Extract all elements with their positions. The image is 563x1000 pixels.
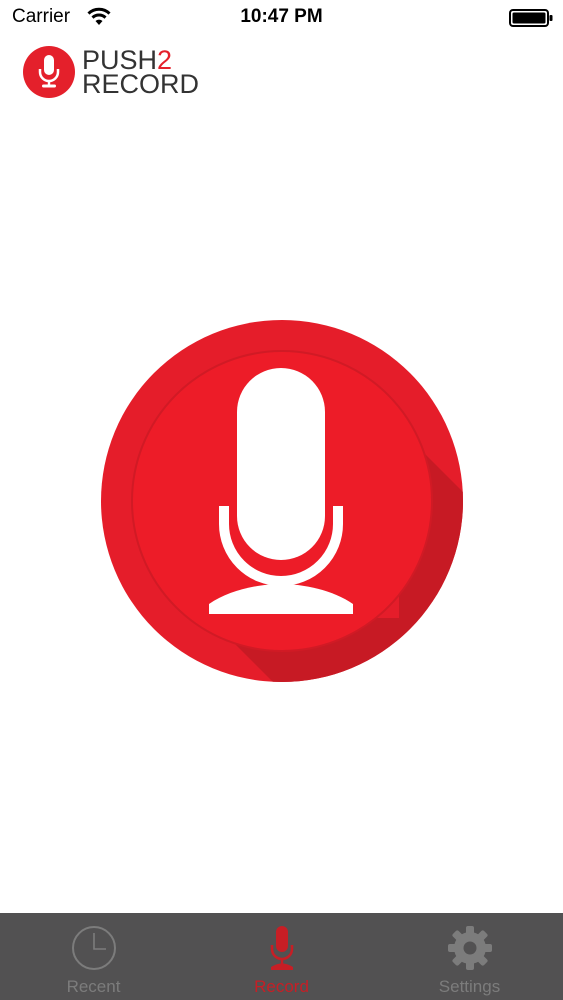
clock-icon: [71, 926, 116, 970]
tab-recent[interactable]: Recent: [0, 913, 187, 1000]
logo-microphone-icon: [23, 46, 75, 98]
tab-record[interactable]: Record: [188, 913, 375, 1000]
app-logo: PUSH2 RECORD: [22, 45, 199, 100]
battery-icon: [509, 9, 553, 27]
tab-recent-label: Recent: [66, 977, 121, 996]
tab-bar: Recent Record Settings: [0, 913, 563, 1000]
gear-icon: [447, 926, 492, 970]
status-bar: Carrier 10:47 PM: [0, 0, 563, 40]
tab-settings-label: Settings: [438, 977, 501, 996]
status-time: 10:47 PM: [240, 6, 323, 27]
logo-text-record: RECORD: [82, 69, 200, 99]
tab-settings[interactable]: Settings: [376, 913, 563, 1000]
record-button[interactable]: [99, 318, 465, 684]
tab-record-label: Record: [254, 977, 309, 996]
microphone-icon: [270, 926, 293, 970]
